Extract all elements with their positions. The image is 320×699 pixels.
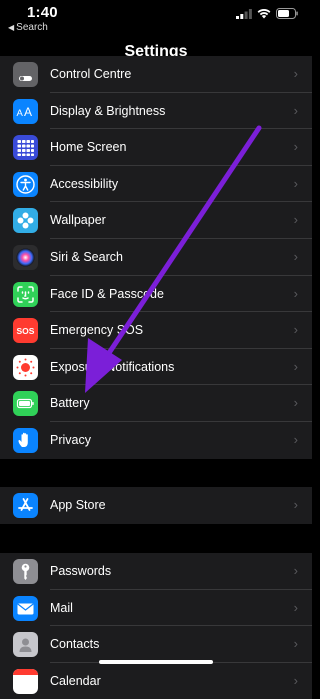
home-screen-icon (13, 135, 38, 161)
chevron-right-icon: › (293, 175, 298, 191)
chevron-right-icon: › (293, 563, 298, 578)
settings-row-label: Passwords (50, 564, 112, 578)
display-brightness-icon: AA (13, 98, 38, 124)
chevron-right-icon: › (293, 497, 298, 512)
chevron-right-icon: › (293, 395, 298, 411)
settings-row-accessibility[interactable]: Accessibility › (0, 166, 312, 203)
chevron-right-icon: › (293, 636, 298, 652)
settings-row-home-screen[interactable]: Home Screen › (0, 129, 312, 166)
key-icon (13, 559, 38, 584)
settings-group-store: App Store › (0, 487, 312, 524)
chevron-right-icon: › (293, 285, 298, 301)
settings-row-control-centre[interactable]: Control Centre › (0, 56, 312, 93)
siri-icon (13, 244, 38, 270)
settings-row-emergency-sos[interactable]: SOS Emergency SOS › (0, 312, 312, 349)
accessibility-icon (13, 171, 38, 197)
chevron-right-icon: › (293, 248, 298, 264)
settings-row-privacy[interactable]: Privacy › (0, 422, 312, 459)
chevron-right-icon: › (293, 358, 298, 374)
settings-row-label: Home Screen (50, 140, 127, 155)
settings-row-face-id-passcode[interactable]: Face ID & Passcode › (0, 276, 312, 313)
back-to-search-link[interactable]: ◀ Search (8, 22, 48, 33)
status-icons (236, 8, 298, 19)
app-store-icon (13, 493, 38, 518)
status-bar: 1:40 ◀ Search (0, 0, 312, 40)
battery-icon (13, 391, 38, 417)
settings-row-siri-search[interactable]: Siri & Search › (0, 239, 312, 276)
status-time: 1:40 (27, 4, 58, 21)
sos-icon: SOS (13, 318, 38, 344)
battery-status-icon (276, 8, 298, 19)
settings-row-label: Mail (50, 600, 73, 615)
chevron-right-icon: › (293, 322, 298, 338)
settings-row-passwords[interactable]: Passwords › (0, 553, 312, 590)
exposure-notifications-icon (13, 354, 38, 380)
contacts-icon (13, 632, 38, 658)
settings-row-label: Calendar (50, 673, 101, 688)
calendar-icon (13, 668, 38, 694)
wifi-icon (257, 9, 271, 19)
svg-text:A: A (24, 105, 32, 119)
settings-row-label: Accessibility (50, 176, 119, 191)
chevron-right-icon: › (293, 431, 298, 447)
home-indicator[interactable] (99, 660, 213, 664)
svg-text:SOS: SOS (17, 326, 35, 336)
privacy-hand-icon (13, 427, 38, 453)
settings-row-label: Emergency SOS (50, 323, 144, 338)
settings-row-calendar[interactable]: Calendar › (0, 663, 312, 699)
settings-row-label: Siri & Search (50, 249, 123, 264)
back-chevron-icon: ◀ (8, 23, 15, 32)
settings-row-app-store[interactable]: App Store › (0, 487, 312, 524)
settings-row-mail[interactable]: Mail › (0, 590, 312, 627)
settings-group-general: Control Centre › AA Display & Brightness… (0, 56, 312, 459)
chevron-right-icon: › (293, 139, 298, 155)
chevron-right-icon: › (293, 599, 298, 615)
chevron-right-icon: › (293, 212, 298, 228)
chevron-right-icon: › (293, 102, 298, 118)
settings-row-wallpaper[interactable]: Wallpaper › (0, 202, 312, 239)
chevron-right-icon: › (293, 672, 298, 688)
settings-row-label: Battery (50, 396, 90, 411)
settings-row-battery[interactable]: Battery › (0, 385, 312, 422)
settings-row-exposure-notifications[interactable]: Exposure Notifications › (0, 349, 312, 386)
settings-row-label: Display & Brightness (50, 103, 166, 118)
settings-row-label: Wallpaper (50, 213, 106, 228)
settings-row-label: Exposure Notifications (50, 359, 175, 374)
chevron-right-icon: › (293, 66, 298, 81)
settings-row-label: Control Centre (50, 67, 132, 81)
back-link-label: Search (16, 22, 48, 33)
cellular-signal-icon (236, 8, 252, 19)
mail-icon (13, 595, 38, 621)
settings-row-contacts[interactable]: Contacts › (0, 626, 312, 663)
settings-row-label: App Store (50, 498, 106, 512)
settings-group-accounts: Passwords › Mail › Contacts › Calendar › (0, 553, 312, 699)
settings-row-label: Face ID & Passcode (50, 286, 164, 301)
control-centre-icon (13, 62, 38, 87)
settings-row-display-brightness[interactable]: AA Display & Brightness › (0, 93, 312, 130)
svg-text:A: A (17, 108, 24, 119)
settings-row-label: Contacts (50, 637, 100, 652)
wallpaper-icon (13, 208, 38, 234)
settings-row-label: Privacy (50, 432, 91, 447)
face-id-icon (13, 281, 38, 307)
